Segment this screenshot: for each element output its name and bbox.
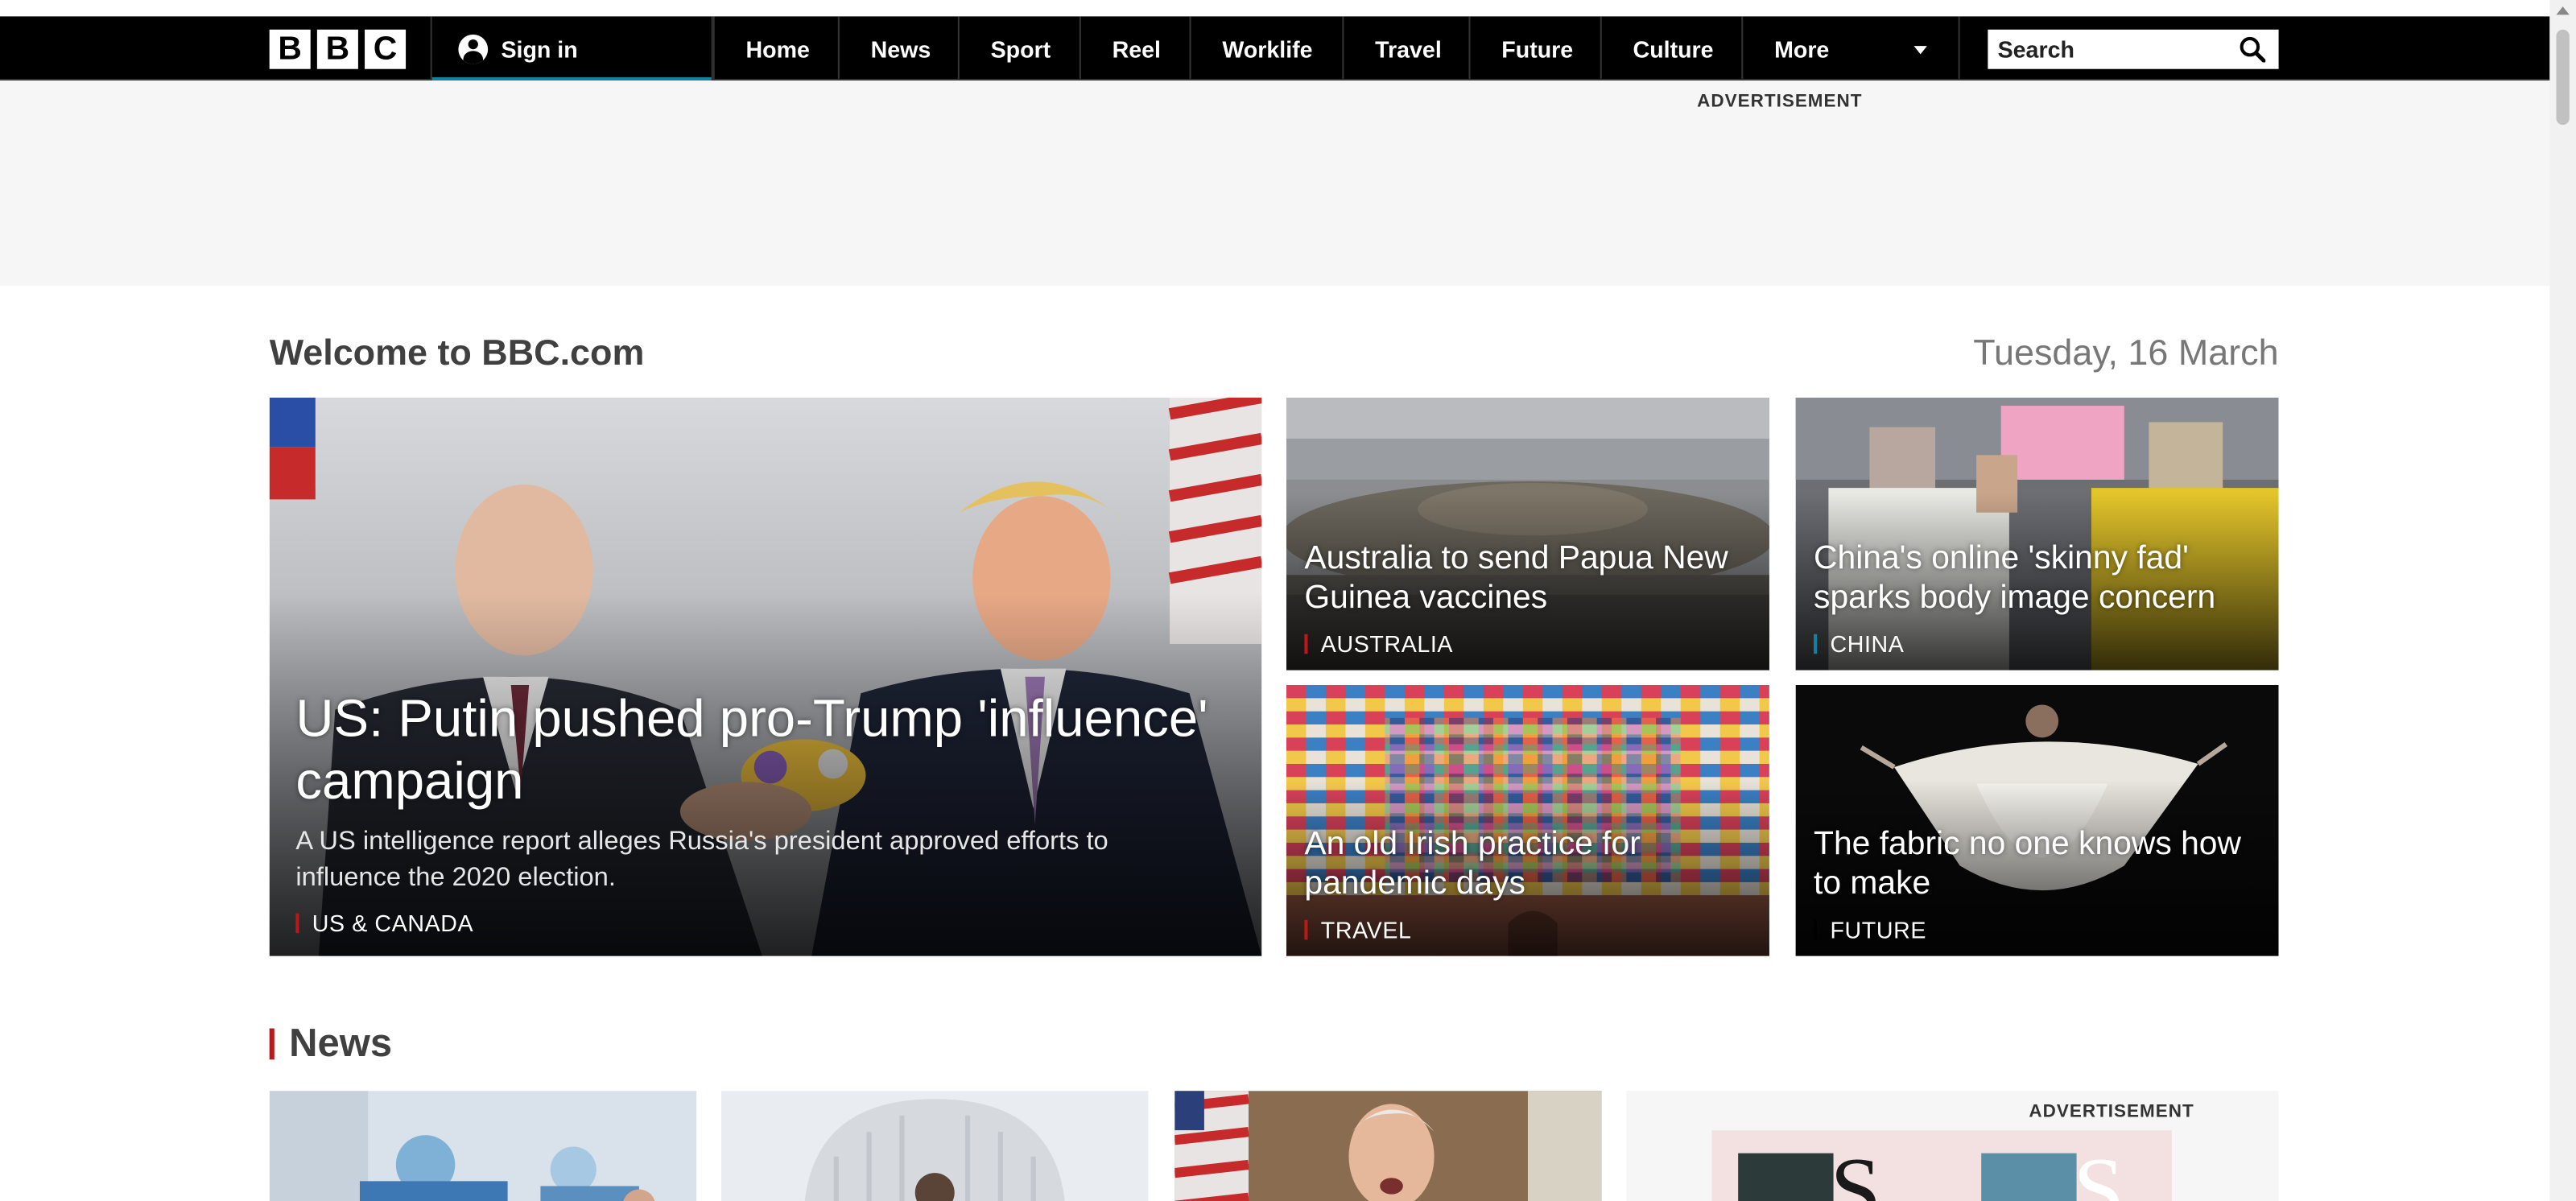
- nav-home[interactable]: Home: [712, 16, 840, 80]
- story-text-block: China's online 'skinny fad' sparks body …: [1814, 539, 2262, 657]
- news-image-medical-staff: [269, 1091, 697, 1201]
- nav-culture[interactable]: Culture: [1602, 16, 1744, 80]
- story-card-future[interactable]: The fabric no one knows how to make FUTU…: [1795, 685, 2279, 956]
- bbc-homepage: B B C Sign in Home News Sport Reel Workl…: [0, 0, 2576, 1201]
- nav-worklife[interactable]: Worklife: [1191, 16, 1344, 80]
- page-title: Welcome to BBC.com: [269, 332, 645, 374]
- hero-headline[interactable]: US: Putin pushed pro-Trump 'influence' c…: [295, 687, 1212, 811]
- story-section-tag[interactable]: AUSTRALIA: [1304, 631, 1752, 657]
- logo-letter-b1: B: [269, 29, 311, 69]
- top-navigation-bar: B B C Sign in Home News Sport Reel Workl…: [0, 16, 2550, 83]
- story-section-tag[interactable]: CHINA: [1814, 631, 2262, 657]
- story-text-block: An old Irish practice for pandemic days …: [1304, 824, 1752, 943]
- hero-story-card[interactable]: US: Putin pushed pro-Trump 'influence' c…: [269, 397, 1262, 956]
- hero-text-block: US: Putin pushed pro-Trump 'influence' c…: [295, 687, 1212, 936]
- story-headline[interactable]: Australia to send Papua New Guinea vacci…: [1304, 539, 1752, 617]
- svg-text:S: S: [1830, 1138, 1881, 1201]
- logo-letter-c: C: [365, 29, 407, 69]
- advertisement-label: ADVERTISEMENT: [2029, 1102, 2194, 1122]
- top-advertisement-banner: ADVERTISEMENT: [0, 80, 2550, 287]
- scroll-up-arrow-icon[interactable]: [2556, 6, 2570, 15]
- nav-travel[interactable]: Travel: [1344, 16, 1471, 80]
- advertisement-creative: S S: [1711, 1130, 2172, 1201]
- story-text-block: Australia to send Papua New Guinea vacci…: [1304, 539, 1752, 657]
- nav-news[interactable]: News: [840, 16, 960, 80]
- story-headline[interactable]: An old Irish practice for pandemic days: [1304, 824, 1752, 903]
- chevron-down-icon: [1913, 46, 1927, 55]
- news-card-1[interactable]: [269, 1091, 697, 1201]
- news-card-2[interactable]: [720, 1091, 1149, 1201]
- story-card-travel[interactable]: An old Irish practice for pandemic days …: [1286, 685, 1769, 956]
- story-card-australia[interactable]: Australia to send Papua New Guinea vacci…: [1286, 397, 1769, 671]
- nav-sport[interactable]: Sport: [960, 16, 1081, 80]
- story-headline[interactable]: The fabric no one knows how to make: [1814, 824, 2262, 903]
- sign-in-label: Sign in: [501, 35, 578, 62]
- logo-letter-b2: B: [316, 29, 358, 69]
- story-card-china[interactable]: China's online 'skinny fad' sparks body …: [1795, 397, 2279, 671]
- search-input[interactable]: [1988, 29, 2235, 69]
- news-image-capitol-dome: [720, 1091, 1149, 1201]
- news-section-title[interactable]: News: [269, 1021, 392, 1067]
- story-section-tag[interactable]: TRAVEL: [1304, 917, 1752, 943]
- current-date: Tuesday, 16 March: [1973, 332, 2279, 374]
- scrollbar-thumb[interactable]: [2556, 29, 2570, 126]
- story-section-tag[interactable]: FUTURE: [1814, 917, 2262, 943]
- news-image-biden: [1174, 1091, 1602, 1201]
- story-headline[interactable]: China's online 'skinny fad' sparks body …: [1814, 539, 2262, 617]
- page-scrollbar[interactable]: [2549, 0, 2576, 1201]
- hero-summary: A US intelligence report alleges Russia'…: [295, 827, 1108, 893]
- sign-in-button[interactable]: Sign in: [430, 16, 713, 83]
- nav-more-dropdown[interactable]: More: [1743, 16, 1960, 80]
- svg-text:S: S: [2073, 1138, 2124, 1201]
- news-card-3[interactable]: [1174, 1091, 1602, 1201]
- browser-top-strip: [0, 0, 2550, 17]
- search-box: [1988, 29, 2279, 69]
- advertisement-label: ADVERTISEMENT: [1697, 92, 1863, 112]
- story-text-block: The fabric no one knows how to make FUTU…: [1814, 824, 2262, 943]
- hero-section-tag[interactable]: US & CANADA: [295, 910, 1212, 936]
- user-icon: [458, 33, 489, 64]
- nav-reel[interactable]: Reel: [1081, 16, 1191, 80]
- sidebar-advertisement: ADVERTISEMENT S S: [1626, 1091, 2279, 1201]
- search-icon[interactable]: [2240, 36, 2266, 63]
- bbc-logo[interactable]: B B C: [269, 29, 407, 69]
- nav-future[interactable]: Future: [1471, 16, 1602, 80]
